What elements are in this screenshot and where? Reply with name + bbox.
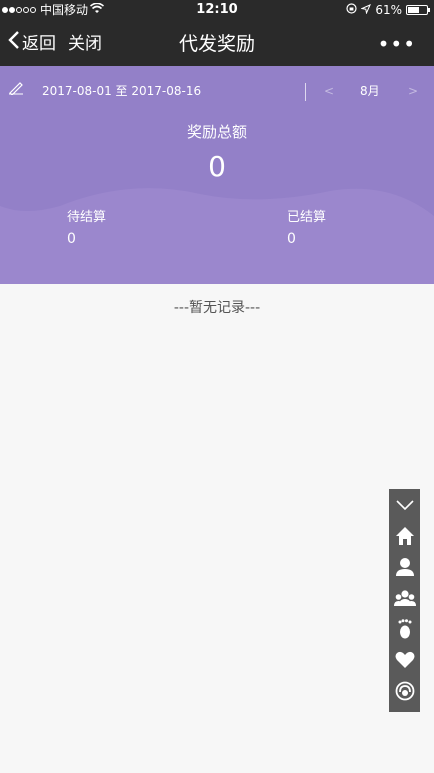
top-bar: 中国移动 12:10 61% 返回 关闭 代发奖励 ••• xyxy=(0,0,434,66)
collapse-icon[interactable] xyxy=(389,489,420,520)
date-range[interactable]: 2017-08-01 至 2017-08-16 xyxy=(42,76,201,106)
heart-icon[interactable] xyxy=(389,644,420,675)
home-icon[interactable] xyxy=(389,520,420,551)
footprint-icon[interactable] xyxy=(389,613,420,644)
status-bar: 中国移动 12:10 61% xyxy=(0,0,434,20)
total-label: 奖励总额 xyxy=(186,123,247,141)
rotation-lock-icon xyxy=(346,0,357,20)
location-icon xyxy=(360,0,372,20)
date-filter-bar: 2017-08-01 至 2017-08-16 < 8月 > xyxy=(0,76,434,106)
prev-month-button[interactable]: < xyxy=(324,76,334,106)
month-label[interactable]: 8月 xyxy=(360,76,380,106)
page-title: 代发奖励 xyxy=(178,33,255,55)
more-button[interactable]: ••• xyxy=(378,22,416,66)
empty-state: ---暂无记录--- xyxy=(173,300,261,316)
group-icon[interactable] xyxy=(389,582,420,613)
pending-value: 0 xyxy=(67,231,76,247)
pending-label: 待结算 xyxy=(67,210,107,225)
status-right: 61% xyxy=(346,0,430,20)
total-value: 0 xyxy=(208,150,226,183)
settled-label: 已结算 xyxy=(287,210,327,225)
next-month-button[interactable]: > xyxy=(408,76,418,106)
reward-summary: 2017-08-01 至 2017-08-16 < 8月 > 奖励总额 0 待结… xyxy=(0,66,434,284)
settled-value: 0 xyxy=(287,231,296,247)
battery-icon xyxy=(406,5,430,15)
support-icon[interactable] xyxy=(389,675,420,706)
nav-bar: 返回 关闭 代发奖励 ••• xyxy=(0,22,434,66)
edit-date-icon[interactable] xyxy=(8,76,24,106)
floating-toolbar xyxy=(389,489,420,712)
user-icon[interactable] xyxy=(389,551,420,582)
divider xyxy=(305,83,306,101)
battery-percent: 61% xyxy=(375,3,402,17)
